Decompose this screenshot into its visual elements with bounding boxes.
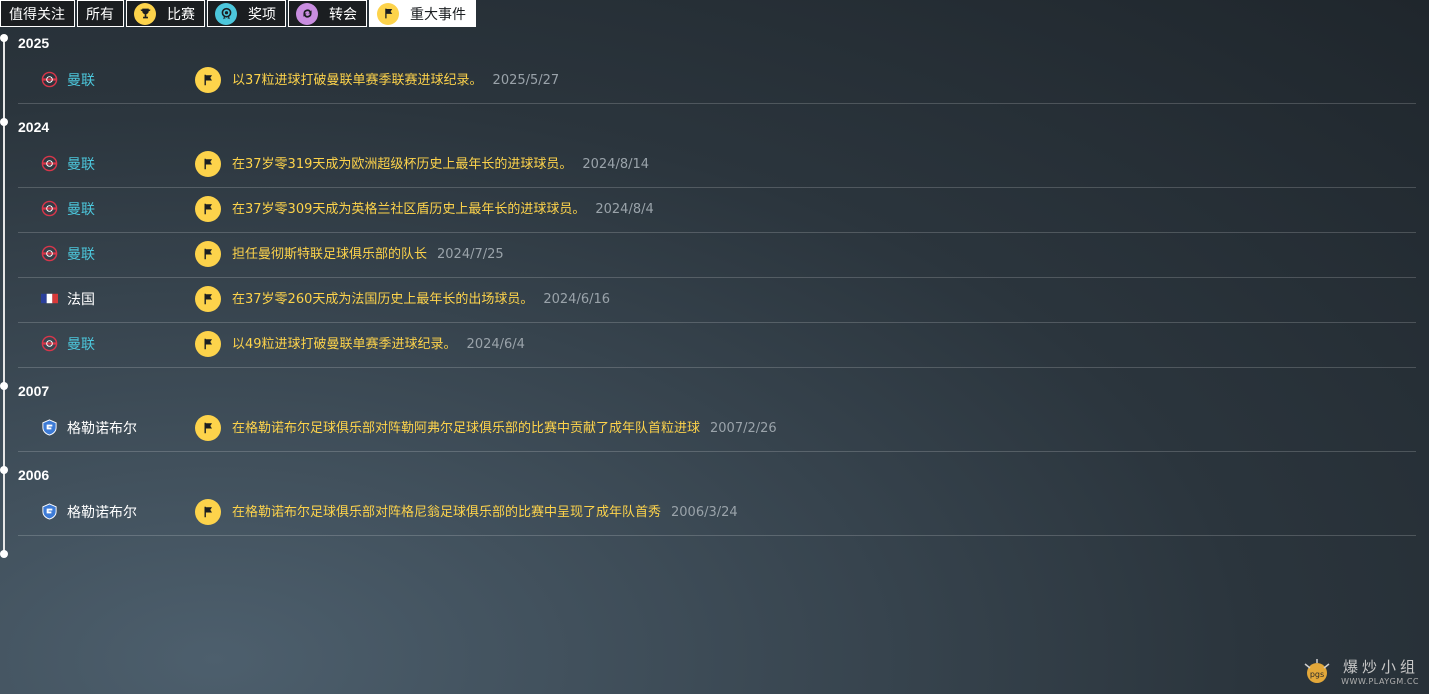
transfer-icon bbox=[296, 2, 318, 25]
event-row[interactable]: 曼联 以37粒进球打破曼联单赛季联赛进球纪录。 2025/5/27 bbox=[18, 59, 1416, 104]
filter-matches-button[interactable]: 比赛 bbox=[126, 0, 205, 27]
flag-icon bbox=[195, 67, 221, 93]
filter-label: 奖项 bbox=[248, 6, 276, 23]
event-text: 担任曼彻斯特联足球俱乐部的队长 bbox=[232, 247, 428, 262]
filter-label: 转会 bbox=[329, 6, 357, 23]
event-row[interactable]: 曼联 以49粒进球打破曼联单赛季进球纪录。 2024/6/4 bbox=[18, 323, 1416, 368]
timeline-line bbox=[3, 37, 5, 554]
year-heading: 2006 bbox=[18, 467, 50, 483]
club-name[interactable]: 曼联 bbox=[67, 323, 95, 367]
event-date: 2006/3/24 bbox=[671, 505, 738, 520]
timeline-dot bbox=[0, 382, 8, 390]
man-utd-crest-icon bbox=[41, 155, 58, 172]
event-text: 以37粒进球打破曼联单赛季联赛进球纪录。 bbox=[232, 73, 483, 88]
man-utd-crest-icon bbox=[41, 71, 58, 88]
event-description: 在格勒诺布尔足球俱乐部对阵勒阿弗尔足球俱乐部的比赛中贡献了成年队首粒进球 2007… bbox=[232, 407, 777, 451]
club-name[interactable]: 格勒诺布尔 bbox=[67, 491, 137, 535]
event-description: 以49粒进球打破曼联单赛季进球纪录。 2024/6/4 bbox=[232, 323, 525, 367]
filter-notable-button[interactable]: 值得关注 bbox=[0, 0, 75, 27]
medal-icon bbox=[215, 2, 237, 25]
flag-icon bbox=[195, 415, 221, 441]
timeline-dot bbox=[0, 466, 8, 474]
year-heading: 2007 bbox=[18, 383, 50, 399]
man-utd-crest-icon bbox=[41, 245, 58, 262]
club-name[interactable]: 曼联 bbox=[67, 143, 95, 187]
man-utd-crest-icon bbox=[41, 335, 58, 352]
club-name[interactable]: 曼联 bbox=[67, 59, 95, 103]
event-text: 在37岁零260天成为法国历史上最年长的出场球员。 bbox=[232, 292, 534, 307]
filter-milestones-button[interactable]: 重大事件 bbox=[369, 0, 476, 27]
event-row[interactable]: 法国 在37岁零260天成为法国历史上最年长的出场球员。 2024/6/16 bbox=[18, 278, 1416, 323]
event-description: 在37岁零319天成为欧洲超级杯历史上最年长的进球球员。 2024/8/14 bbox=[232, 143, 649, 187]
filter-label: 重大事件 bbox=[410, 6, 466, 23]
event-date: 2024/6/4 bbox=[466, 337, 525, 352]
event-description: 在格勒诺布尔足球俱乐部对阵格尼翁足球俱乐部的比赛中呈现了成年队首秀 2006/3/… bbox=[232, 491, 738, 535]
club-name[interactable]: 曼联 bbox=[67, 233, 95, 277]
man-utd-crest-icon bbox=[41, 200, 58, 217]
watermark: pgs 爆炒小组 WWW.PLAYGM.CC bbox=[1301, 656, 1419, 686]
grenoble-crest-icon bbox=[42, 419, 57, 436]
event-text: 在37岁零319天成为欧洲超级杯历史上最年长的进球球员。 bbox=[232, 157, 573, 172]
event-text: 在格勒诺布尔足球俱乐部对阵格尼翁足球俱乐部的比赛中呈现了成年队首秀 bbox=[232, 505, 662, 520]
filter-awards-button[interactable]: 奖项 bbox=[207, 0, 286, 27]
watermark-logo-text: pgs bbox=[1310, 670, 1324, 679]
year-heading: 2024 bbox=[18, 119, 50, 135]
flag-icon bbox=[195, 241, 221, 267]
event-row[interactable]: 曼联 在37岁零319天成为欧洲超级杯历史上最年长的进球球员。 2024/8/14 bbox=[18, 143, 1416, 188]
event-date: 2024/7/25 bbox=[437, 247, 504, 262]
watermark-text: 爆炒小组 WWW.PLAYGM.CC bbox=[1341, 656, 1419, 686]
event-description: 担任曼彻斯特联足球俱乐部的队长 2024/7/25 bbox=[232, 233, 504, 277]
flag-icon bbox=[195, 499, 221, 525]
event-description: 在37岁零260天成为法国历史上最年长的出场球员。 2024/6/16 bbox=[232, 278, 610, 322]
flag-icon bbox=[195, 196, 221, 222]
trophy-icon bbox=[134, 2, 156, 25]
event-text: 在格勒诺布尔足球俱乐部对阵勒阿弗尔足球俱乐部的比赛中贡献了成年队首粒进球 bbox=[232, 421, 701, 436]
filter-transfers-button[interactable]: 转会 bbox=[288, 0, 367, 27]
event-row[interactable]: 格勒诺布尔 在格勒诺布尔足球俱乐部对阵格尼翁足球俱乐部的比赛中呈现了成年队首秀 2… bbox=[18, 491, 1416, 536]
flag-icon bbox=[195, 331, 221, 357]
event-row[interactable]: 曼联 担任曼彻斯特联足球俱乐部的队长 2024/7/25 bbox=[18, 233, 1416, 278]
flag-icon bbox=[377, 2, 399, 25]
event-date: 2025/5/27 bbox=[492, 73, 560, 88]
event-date: 2024/8/4 bbox=[595, 202, 654, 217]
timeline-dot bbox=[0, 34, 8, 42]
filter-label: 所有 bbox=[86, 6, 114, 23]
grenoble-crest-icon bbox=[42, 503, 57, 520]
club-name[interactable]: 法国 bbox=[67, 278, 95, 322]
event-description: 在37岁零309天成为英格兰社区盾历史上最年长的进球球员。 2024/8/4 bbox=[232, 188, 654, 232]
filter-label: 值得关注 bbox=[9, 6, 65, 23]
year-heading: 2025 bbox=[18, 35, 50, 51]
watermark-url: WWW.PLAYGM.CC bbox=[1341, 677, 1419, 686]
event-row[interactable]: 格勒诺布尔 在格勒诺布尔足球俱乐部对阵勒阿弗尔足球俱乐部的比赛中贡献了成年队首粒… bbox=[18, 407, 1416, 452]
event-date: 2024/6/16 bbox=[543, 292, 611, 307]
timeline-dot bbox=[0, 550, 8, 558]
event-description: 以37粒进球打破曼联单赛季联赛进球纪录。 2025/5/27 bbox=[232, 59, 559, 103]
watermark-logo-icon: pgs bbox=[1304, 659, 1330, 683]
event-text: 在37岁零309天成为英格兰社区盾历史上最年长的进球球员。 bbox=[232, 202, 586, 217]
france-flag-icon bbox=[41, 293, 58, 304]
event-text: 以49粒进球打破曼联单赛季进球纪录。 bbox=[232, 337, 457, 352]
watermark-cn: 爆炒小组 bbox=[1342, 658, 1419, 676]
timeline-dot bbox=[0, 118, 8, 126]
event-date: 2024/8/14 bbox=[582, 157, 650, 172]
event-date: 2007/2/26 bbox=[710, 421, 777, 436]
club-name[interactable]: 曼联 bbox=[67, 188, 95, 232]
filter-bar: 值得关注 所有 比赛 奖项 转会 重大事件 bbox=[0, 0, 478, 29]
flag-icon bbox=[195, 151, 221, 177]
filter-label: 比赛 bbox=[167, 6, 195, 23]
event-row[interactable]: 曼联 在37岁零309天成为英格兰社区盾历史上最年长的进球球员。 2024/8/4 bbox=[18, 188, 1416, 233]
club-name[interactable]: 格勒诺布尔 bbox=[67, 407, 137, 451]
flag-icon bbox=[195, 286, 221, 312]
filter-all-button[interactable]: 所有 bbox=[77, 0, 124, 27]
